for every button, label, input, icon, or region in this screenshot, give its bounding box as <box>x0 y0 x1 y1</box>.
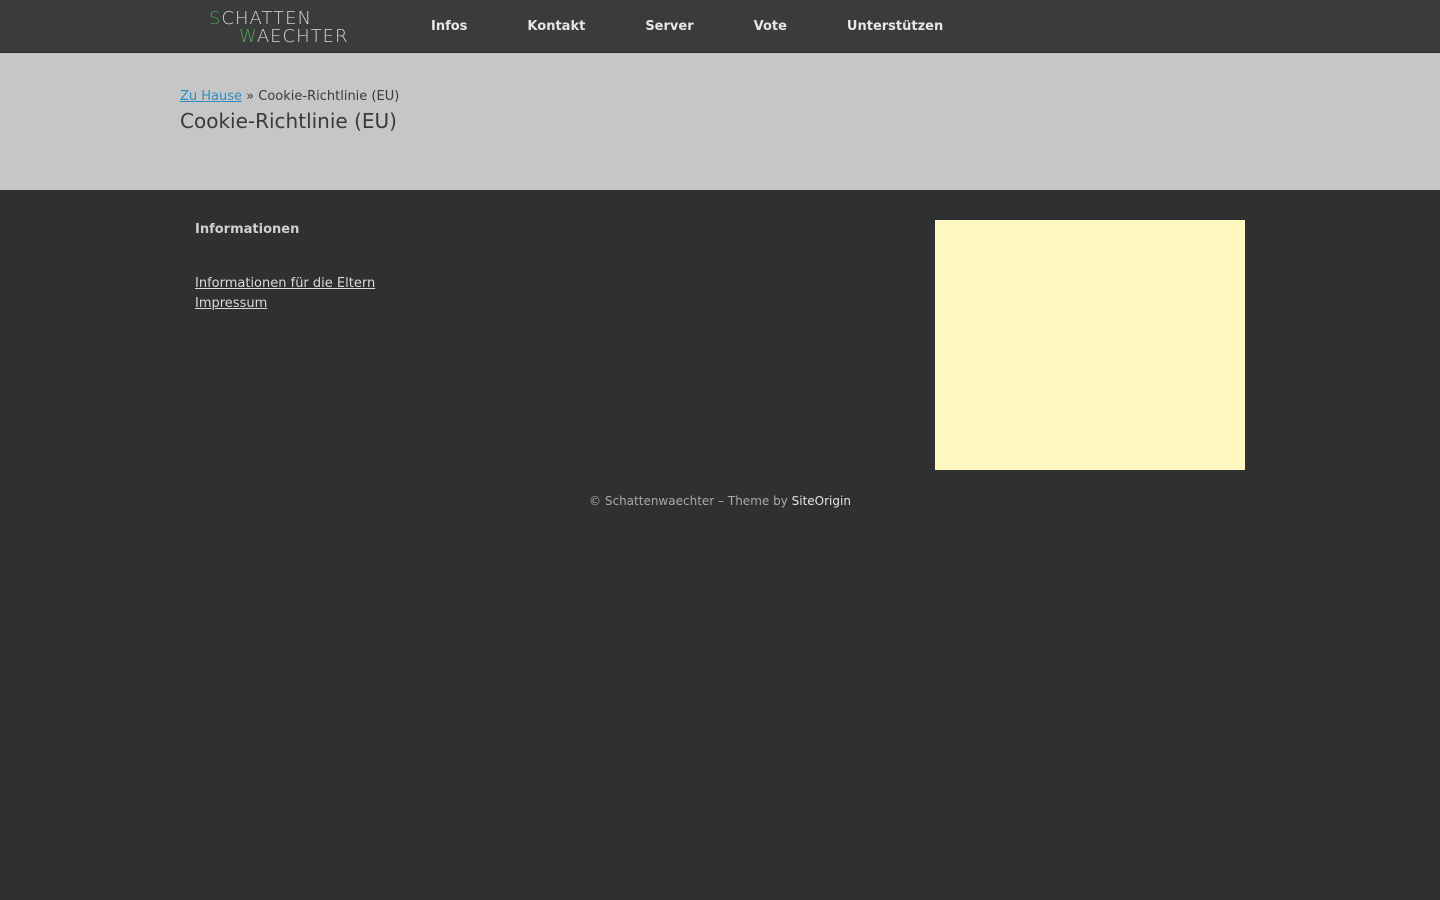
logo-line2-rest: AECHTER <box>257 26 349 46</box>
widget-link-list: Informationen für die Eltern Impressum <box>195 274 375 314</box>
link-informationen-eltern[interactable]: Informationen für die Eltern <box>195 276 375 291</box>
nav-item-server[interactable]: Server <box>615 0 723 53</box>
nav-item-vote[interactable]: Vote <box>724 0 817 53</box>
credit-dash: – <box>718 494 725 508</box>
ad-placeholder[interactable] <box>935 220 1245 470</box>
site-header: SCHATTEN WAECHTER Infos Kontakt Server V… <box>0 0 1440 53</box>
breadcrumb-separator: » <box>246 89 255 104</box>
site-logo[interactable]: SCHATTEN WAECHTER <box>209 8 359 46</box>
link-impressum[interactable]: Impressum <box>195 296 267 311</box>
page-title: Cookie-Richtlinie (EU) <box>180 109 397 133</box>
footer-widgets: Informationen Informationen für die Elte… <box>0 190 1440 480</box>
site-credit: © Schattenwaechter – Theme by SiteOrigin <box>0 494 1440 508</box>
svg-text:WAECHTER: WAECHTER <box>239 26 349 46</box>
breadcrumb: Zu Hause » Cookie-Richtlinie (EU) <box>180 89 399 104</box>
main-navigation: Infos Kontakt Server Vote Unterstützen <box>401 0 973 53</box>
siteorigin-link[interactable]: SiteOrigin <box>792 494 851 508</box>
breadcrumb-home-link[interactable]: Zu Hause <box>180 89 242 104</box>
list-item: Impressum <box>195 294 375 314</box>
nav-item-infos[interactable]: Infos <box>401 0 497 53</box>
breadcrumb-current: Cookie-Richtlinie (EU) <box>258 89 400 104</box>
copyright-text: © Schattenwaechter <box>589 494 715 508</box>
logo-wordmark-graphic: SCHATTEN WAECHTER <box>209 8 349 46</box>
theme-by-text: Theme by <box>727 494 788 508</box>
nav-item-kontakt[interactable]: Kontakt <box>497 0 615 53</box>
widget-title-informationen: Informationen <box>195 222 300 237</box>
list-item: Informationen für die Eltern <box>195 274 375 294</box>
logo-line2-first-letter: W <box>239 26 257 46</box>
page-header-banner: Zu Hause » Cookie-Richtlinie (EU) Cookie… <box>0 53 1440 190</box>
logo-line1-first-letter: S <box>209 8 221 29</box>
nav-item-unterstuetzen[interactable]: Unterstützen <box>817 0 973 53</box>
